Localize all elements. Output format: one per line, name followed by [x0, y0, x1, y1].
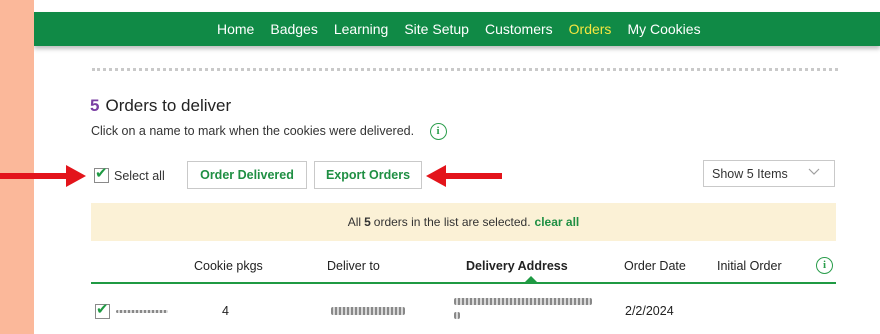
- order-date-cell: 2/2/2024: [625, 304, 674, 318]
- show-items-dropdown[interactable]: Show 5 Items: [703, 160, 835, 187]
- table-row[interactable]: ✔ 4 2/2/2024: [91, 296, 836, 326]
- show-items-value: Show 5 Items: [712, 166, 788, 181]
- checkmark-icon: ✔: [95, 165, 108, 182]
- nav-item-badges[interactable]: Badges: [270, 21, 317, 37]
- nav-item-home[interactable]: Home: [217, 21, 254, 37]
- checkmark-icon: ✔: [96, 301, 109, 318]
- nav-item-site-setup[interactable]: Site Setup: [404, 21, 469, 37]
- select-all-label: Select all: [114, 168, 165, 183]
- page-title: 5 Orders to deliver: [90, 96, 231, 116]
- nav-item-customers[interactable]: Customers: [485, 21, 553, 37]
- redacted-address-line-1: [454, 298, 592, 305]
- column-header-cookie-pkgs[interactable]: Cookie pkgs: [194, 259, 263, 273]
- dotted-divider: [92, 68, 838, 71]
- nav-item-orders[interactable]: Orders: [569, 21, 612, 37]
- banner-prefix: All: [347, 215, 362, 229]
- column-header-order-date[interactable]: Order Date: [624, 259, 686, 273]
- redacted-deliver-to: [331, 307, 405, 315]
- red-arrow-icon: [0, 165, 86, 187]
- nav-item-my-cookies[interactable]: My Cookies: [627, 21, 700, 37]
- orders-count: 5: [90, 96, 100, 115]
- export-orders-button[interactable]: Export Orders: [314, 161, 422, 189]
- banner-suffix: orders in the list are selected.: [373, 215, 531, 229]
- sort-caret-icon: [525, 276, 537, 282]
- column-header-delivery-address[interactable]: Delivery Address: [466, 259, 568, 273]
- info-icon[interactable]: i: [429, 123, 447, 140]
- redacted-address-line-2: [454, 312, 460, 319]
- chevron-down-icon: [808, 168, 820, 175]
- column-header-deliver-to[interactable]: Deliver to: [327, 259, 380, 273]
- page-subtitle: Click on a name to mark when the cookies…: [91, 123, 447, 141]
- page-subtitle-text: Click on a name to mark when the cookies…: [91, 124, 415, 138]
- initial-order-info-icon[interactable]: i: [816, 257, 833, 274]
- top-nav-bar: Home Badges Learning Site Setup Customer…: [34, 12, 880, 46]
- selection-banner: All 5 orders in the list are selected. c…: [91, 203, 836, 241]
- table-header-underline: [91, 282, 836, 284]
- column-header-initial-order[interactable]: Initial Order: [717, 259, 782, 273]
- red-arrow-icon: [426, 165, 502, 187]
- redacted-name: [116, 310, 168, 313]
- nav-items: Home Badges Learning Site Setup Customer…: [217, 12, 717, 46]
- banner-count: 5: [364, 215, 371, 229]
- row-checkbox[interactable]: ✔: [95, 301, 110, 319]
- cookie-pkgs-cell: 4: [222, 304, 229, 318]
- nav-item-learning[interactable]: Learning: [334, 21, 389, 37]
- clear-all-link[interactable]: clear all: [535, 215, 580, 229]
- select-all-checkbox[interactable]: ✔: [94, 165, 109, 183]
- select-all-control[interactable]: ✔ Select all: [94, 165, 165, 183]
- page-title-text: Orders to deliver: [105, 96, 232, 115]
- order-delivered-button[interactable]: Order Delivered: [187, 161, 307, 189]
